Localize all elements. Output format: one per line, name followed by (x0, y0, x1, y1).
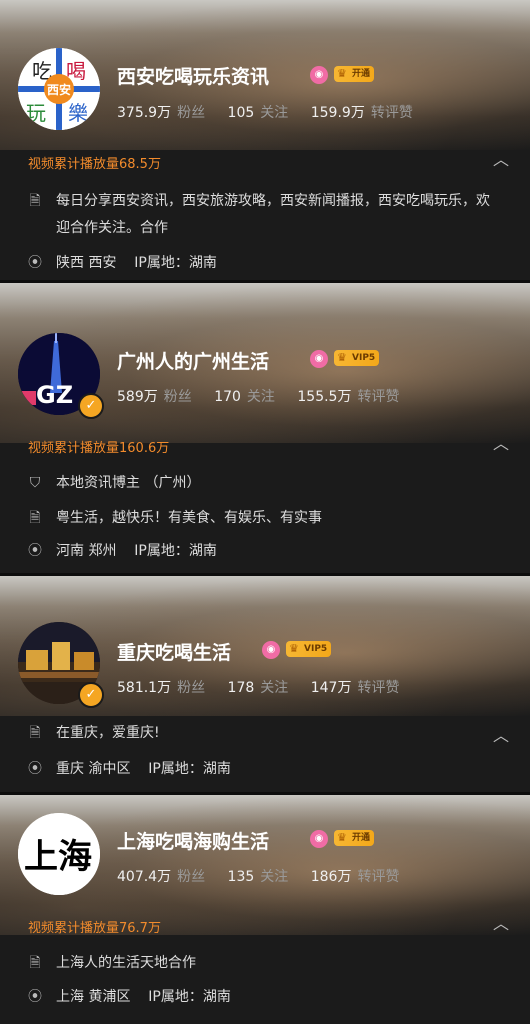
ip-location-text: IP属地：湖南 (134, 255, 217, 271)
following-count[interactable]: 135 (228, 869, 255, 885)
member-badge: ♛ 开通 (334, 66, 375, 82)
location-text: 陕西 西安 (56, 255, 117, 271)
shield-check-icon: ⛉ (29, 475, 41, 491)
following-count[interactable]: 178 (228, 680, 255, 696)
bio-text: 粤生活，越快乐！有美食、有娱乐、有实事 (56, 510, 322, 526)
play-count-text: 视频累计播放量76.7万 (28, 921, 161, 936)
crown-icon: ♛ (337, 831, 347, 844)
location-text: 河南 郑州 (56, 543, 117, 559)
bio-row: 🗎 在重庆，爱重庆! (26, 720, 502, 747)
location-text: 上海 黄浦区 (56, 989, 131, 1005)
play-count-text: 视频累计播放量68.5万 (28, 157, 161, 172)
likes-count[interactable]: 159.9万 (311, 105, 365, 121)
bio-row: 🗎 上海人的生活天地合作 (26, 950, 502, 977)
crown-icon: ♛ (337, 351, 347, 364)
document-icon: 🗎 (29, 725, 41, 741)
level-badge-icon: ◉ (310, 350, 328, 368)
document-icon: 🗎 (29, 955, 41, 971)
stats-row: 581.1万 粉丝 178 关注 147万 转评赞 (117, 680, 400, 696)
level-badge-icon: ◉ (262, 641, 280, 659)
likes-count[interactable]: 186万 (311, 869, 352, 885)
svg-text:GZ: GZ (36, 381, 73, 409)
location-pin-icon: ⦿ (28, 761, 42, 777)
account-name[interactable]: 西安吃喝玩乐资讯 (117, 62, 269, 89)
bio-text: 上海人的生活天地合作 (56, 955, 196, 971)
location-pin-icon: ⦿ (28, 543, 42, 559)
account-name[interactable]: 重庆吃喝生活 (117, 638, 231, 665)
verified-icon: ✓ (78, 682, 104, 708)
crown-icon: ♛ (289, 642, 299, 655)
profile-card-guangzhou[interactable]: GZ ✓ 广州人的广州生活 ◉ ♛ VIP5 589万 粉丝 170 关注 155.5… (0, 283, 530, 573)
bio-row: 🗎 粤生活，越快乐！有美食、有娱乐、有实事 (26, 505, 502, 532)
vip-badge: ♛ VIP5 (334, 350, 380, 366)
level-badge-icon: ◉ (310, 66, 328, 84)
avatar[interactable]: 上海 (18, 813, 100, 895)
followers-count[interactable]: 581.1万 (117, 680, 171, 696)
avatar[interactable]: 吃 喝 玩 樂 西安 (18, 48, 100, 130)
ip-location-text: IP属地：湖南 (148, 989, 231, 1005)
chevron-up-icon[interactable]: ︿ (490, 152, 512, 168)
stats-row: 589万 粉丝 170 关注 155.5万 转评赞 (117, 389, 400, 405)
followers-count[interactable]: 375.9万 (117, 105, 171, 121)
following-count[interactable]: 105 (228, 105, 255, 121)
stats-row: 375.9万 粉丝 105 关注 159.9万 转评赞 (117, 105, 413, 121)
play-count-text: 视频累计播放量160.6万 (28, 441, 170, 456)
location-row: ⦿ 河南 郑州 IP属地：湖南 (26, 538, 502, 565)
following-count[interactable]: 170 (214, 389, 241, 405)
document-icon: 🗎 (29, 510, 41, 526)
profile-card-shanghai[interactable]: 上海 上海吃喝海购生活 ◉ ♛ 开通 407.4万 粉丝 135 关注 186万 转评赞… (0, 795, 530, 1024)
likes-count[interactable]: 155.5万 (297, 389, 351, 405)
svg-text:西安: 西安 (47, 82, 71, 97)
bio-text: 每日分享西安资讯，西安旅游攻略，西安新闻播报，西安吃喝玩乐，欢迎合作关注。合作 (56, 193, 490, 236)
profile-card-xian[interactable]: 吃 喝 玩 樂 西安 西安吃喝玩乐资讯 ◉ ♛ 开通 375.9万 粉丝 105 关注… (0, 0, 530, 280)
verification-row: ⛉ 本地资讯博主 （广州） (26, 470, 502, 497)
profile-card-chongqing[interactable]: ✓ 重庆吃喝生活 ◉ ♛ VIP5 581.1万 粉丝 178 关注 147万 转评赞 … (0, 576, 530, 792)
account-name[interactable]: 上海吃喝海购生活 (117, 827, 269, 854)
crown-icon: ♛ (337, 67, 347, 80)
location-row: ⦿ 陕西 西安 IP属地：湖南 (26, 250, 502, 277)
followers-count[interactable]: 589万 (117, 389, 158, 405)
likes-count[interactable]: 147万 (311, 680, 352, 696)
ip-location-text: IP属地：湖南 (148, 761, 231, 777)
level-badge-icon: ◉ (310, 830, 328, 848)
shanghai-logo-icon: 上海 (18, 813, 100, 895)
verification-text: 本地资讯博主 （广州） (56, 475, 201, 491)
location-row: ⦿ 上海 黄浦区 IP属地：湖南 (26, 984, 502, 1011)
svg-text:上海: 上海 (24, 837, 92, 877)
location-pin-icon: ⦿ (28, 255, 42, 271)
location-text: 重庆 渝中区 (56, 761, 131, 777)
vip-badge: ♛ VIP5 (286, 641, 332, 657)
chevron-up-icon[interactable]: ︿ (490, 436, 512, 452)
account-name[interactable]: 广州人的广州生活 (117, 347, 269, 374)
xian-logo-icon: 吃 喝 玩 樂 西安 (18, 48, 100, 130)
stats-row: 407.4万 粉丝 135 关注 186万 转评赞 (117, 869, 400, 885)
document-icon: 🗎 (29, 193, 41, 209)
location-row: ⦿ 重庆 渝中区 IP属地：湖南 (26, 756, 502, 783)
member-badge: ♛ 开通 (334, 830, 375, 846)
bio-row: 🗎 每日分享西安资讯，西安旅游攻略，西安新闻播报，西安吃喝玩乐，欢迎合作关注。合… (26, 188, 502, 242)
verified-icon: ✓ (78, 393, 104, 419)
followers-count[interactable]: 407.4万 (117, 869, 171, 885)
location-pin-icon: ⦿ (28, 989, 42, 1005)
chevron-up-icon[interactable]: ︿ (490, 916, 512, 932)
bio-text: 在重庆，爱重庆! (56, 725, 160, 741)
ip-location-text: IP属地：湖南 (134, 543, 217, 559)
